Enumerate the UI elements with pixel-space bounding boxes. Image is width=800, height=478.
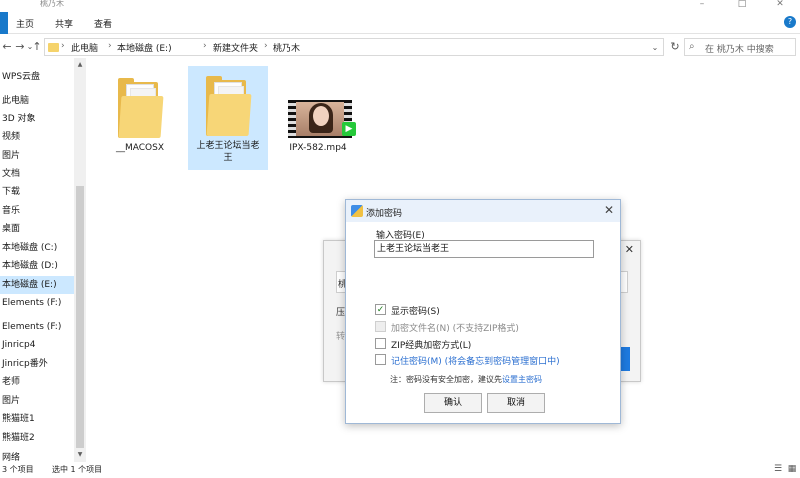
sidebar-item-desktop[interactable]: 桌面 xyxy=(0,220,74,238)
breadcrumb-separator: › xyxy=(108,41,112,51)
show-password-option[interactable]: ✓ 显示密码(S) xyxy=(375,304,575,317)
sidebar-item-music[interactable]: 音乐 xyxy=(0,202,74,220)
close-icon[interactable]: ✕ xyxy=(625,243,634,256)
add-password-dialog: 添加密码 ✕ 输入密码(E) 上老王论坛当老王 ✓ 显示密码(S) 加密文件名(… xyxy=(345,199,621,424)
scroll-down-icon[interactable]: ▼ xyxy=(75,450,85,460)
breadcrumb-current[interactable]: 桃乃木 xyxy=(273,41,300,54)
window-title: 桃乃木 xyxy=(40,0,64,8)
sidebar-item-drive-c[interactable]: 本地磁盘 (C:) xyxy=(0,239,74,257)
minimize-button[interactable]: – xyxy=(682,0,722,10)
note-text: 注：密码没有安全加密，建议先 xyxy=(390,375,502,384)
background-text: 转 xyxy=(336,332,346,342)
tab-home[interactable]: 主页 xyxy=(16,17,34,30)
navigation-bar: ← → ⌄ ↑ › 此电脑 › 本地磁盘 (E:) › 新建文件夹 › 桃乃木 … xyxy=(0,36,800,58)
sidebar-item-jinricp4[interactable]: Jinricp4 xyxy=(0,336,74,354)
sidebar-item-wps-cloud[interactable]: WPS云盘 xyxy=(0,68,74,86)
title-bar: 桃乃木 – □ ✕ xyxy=(0,0,800,12)
file-item-macosx[interactable]: __MACOSX xyxy=(100,68,180,168)
encrypt-filenames-option: 加密文件名(N) (不支持ZIP格式) xyxy=(375,321,595,334)
search-icon: ⌕ xyxy=(689,41,695,52)
sidebar-item-panda-class-2[interactable]: 熊猫班2 xyxy=(0,429,74,447)
file-name: IPX-582.mp4 xyxy=(289,143,347,153)
folder-icon xyxy=(206,74,252,136)
sidebar-item-3d-objects[interactable]: 3D 对象 xyxy=(0,110,74,128)
sidebar-item-drive-d[interactable]: 本地磁盘 (D:) xyxy=(0,257,74,275)
option-label: ZIP经典加密方式(L) xyxy=(391,341,472,351)
option-label: 加密文件名(N) (不支持ZIP格式) xyxy=(391,324,519,334)
zip-classic-option[interactable]: ZIP经典加密方式(L) xyxy=(375,338,575,351)
option-label[interactable]: 记住密码(M) (将会备忘到密码管理窗口中) xyxy=(391,354,560,367)
sidebar-item-documents[interactable]: 文档 xyxy=(0,165,74,183)
zip-classic-checkbox[interactable] xyxy=(375,338,386,349)
file-tab[interactable] xyxy=(0,12,8,34)
large-icons-view-icon[interactable]: ▦ xyxy=(786,464,798,476)
search-input[interactable]: 在 桃乃木 中搜索 xyxy=(705,42,774,55)
ribbon: 主页 共享 查看 ? xyxy=(0,12,800,34)
play-badge-icon: ▶ xyxy=(342,122,356,136)
password-input[interactable]: 上老王论坛当老王 xyxy=(374,240,594,258)
help-icon[interactable]: ? xyxy=(784,16,796,28)
background-text: 压 xyxy=(336,308,346,318)
remember-password-option[interactable]: 记住密码(M) (将会备忘到密码管理窗口中) xyxy=(375,354,605,367)
breadcrumb-separator: › xyxy=(203,41,207,51)
dialog-title: 添加密码 xyxy=(366,209,403,219)
sidebar-scroll-thumb[interactable] xyxy=(76,186,84,448)
encrypt-filenames-checkbox xyxy=(375,321,386,332)
remember-password-checkbox[interactable] xyxy=(375,354,386,365)
video-thumbnail: ▶ xyxy=(288,100,356,138)
details-view-icon[interactable]: ☰ xyxy=(772,464,784,476)
file-name: 上老王论坛当老王 xyxy=(196,141,260,163)
selection-count: 选中 1 个项目 xyxy=(52,465,103,474)
sidebar-item-panda-class-1[interactable]: 熊猫班1 xyxy=(0,410,74,428)
address-bar[interactable]: › 此电脑 › 本地磁盘 (E:) › 新建文件夹 › 桃乃木 ⌄ xyxy=(44,38,664,56)
scroll-up-icon[interactable]: ▲ xyxy=(75,60,85,70)
cancel-button[interactable]: 取消 xyxy=(487,393,545,413)
back-button[interactable]: ← xyxy=(0,39,14,55)
navigation-pane: WPS云盘 此电脑 3D 对象 视频 图片 文档 下载 音乐 桌面 本地磁盘 (… xyxy=(0,58,86,463)
up-button[interactable]: ↑ xyxy=(30,39,44,55)
tab-share[interactable]: 共享 xyxy=(55,17,73,30)
sidebar-item-this-pc[interactable]: 此电脑 xyxy=(0,92,74,110)
option-label: 显示密码(S) xyxy=(391,307,440,317)
close-icon[interactable]: ✕ xyxy=(604,203,614,217)
folder-icon xyxy=(118,76,164,138)
close-window-button[interactable]: ✕ xyxy=(760,0,800,10)
file-item-selected-folder[interactable]: 上老王论坛当老王 xyxy=(188,66,268,170)
sidebar-item-videos[interactable]: 视频 xyxy=(0,128,74,146)
sidebar-item-jinricp-extra[interactable]: Jinricp番外 xyxy=(0,355,74,373)
sidebar-item-drive-e[interactable]: 本地磁盘 (E:) xyxy=(0,276,74,294)
tab-view[interactable]: 查看 xyxy=(94,17,112,30)
sidebar-item-elements-f-2[interactable]: Elements (F:) xyxy=(0,318,74,336)
show-password-checkbox[interactable]: ✓ xyxy=(375,304,386,315)
breadcrumb-new-folder[interactable]: 新建文件夹 xyxy=(213,41,258,54)
sidebar-item-elements-f[interactable]: Elements (F:) xyxy=(0,294,74,312)
sidebar-item-pictures-2[interactable]: 图片 xyxy=(0,392,74,410)
sidebar-item-teacher[interactable]: 老师 xyxy=(0,373,74,391)
breadcrumb-this-pc[interactable]: 此电脑 xyxy=(71,41,98,54)
maximize-button[interactable]: □ xyxy=(722,0,762,10)
archive-icon xyxy=(351,205,363,217)
file-item-video[interactable]: ▶ IPX-582.mp4 xyxy=(278,68,358,168)
item-count: 3 个项目 xyxy=(2,465,34,474)
sidebar-item-downloads[interactable]: 下载 xyxy=(0,183,74,201)
file-name: __MACOSX xyxy=(115,143,164,153)
status-bar: 3 个项目 选中 1 个项目 ☰ ▦ xyxy=(0,462,800,478)
refresh-button[interactable]: ↻ xyxy=(668,39,682,55)
folder-icon xyxy=(48,43,59,52)
security-note: 注：密码没有安全加密，建议先设置主密码 xyxy=(390,374,542,385)
breadcrumb-drive-e[interactable]: 本地磁盘 (E:) xyxy=(117,41,172,54)
breadcrumb-separator: › xyxy=(264,41,268,51)
sidebar-item-pictures[interactable]: 图片 xyxy=(0,147,74,165)
breadcrumb-separator: › xyxy=(61,41,65,51)
address-dropdown-icon[interactable]: ⌄ xyxy=(649,41,661,55)
search-box[interactable]: ⌕ 在 桃乃木 中搜索 xyxy=(684,38,796,56)
set-master-password-link[interactable]: 设置主密码 xyxy=(502,375,542,384)
confirm-button[interactable]: 确认 xyxy=(424,393,482,413)
dialog-header: 添加密码 ✕ xyxy=(346,200,620,222)
